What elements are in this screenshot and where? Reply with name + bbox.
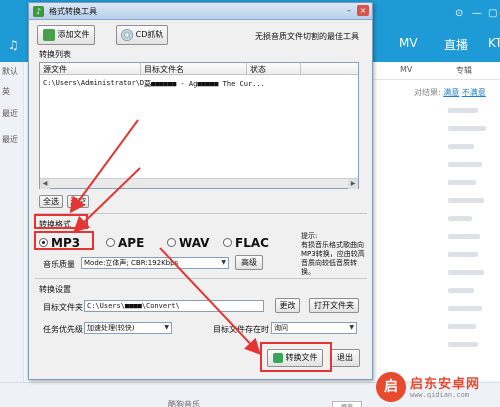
format-option-ape[interactable]: APE xyxy=(106,236,144,250)
scroll-right-icon[interactable]: ▶ xyxy=(348,179,358,189)
add-file-button[interactable]: 添加文件 xyxy=(37,25,95,45)
minimize-icon[interactable]: — xyxy=(472,8,482,19)
watermark-logo-icon: 启 xyxy=(376,372,406,402)
watermark-url: www.qidian.com xyxy=(410,391,470,399)
quality-value: Mode:立体声; CBR:192Kbps xyxy=(84,259,179,267)
target-folder-label: 目标文件夹 xyxy=(43,303,83,312)
format-converter-window: ♪ 格式转换工具 – × 添加文件 CD抓轨 无损音质文件切割的最佳工具 转换列… xyxy=(28,2,373,380)
exit-button[interactable]: 退出 xyxy=(330,349,360,367)
format-ape-label: APE xyxy=(118,236,145,250)
window-titlebar[interactable]: ♪ 格式转换工具 – × xyxy=(29,3,372,20)
hint-text: 有损音乐格式歌曲向MP3转换，应由较高音质向较低音质转换。 xyxy=(301,241,365,276)
bottom-select[interactable]: 原声 xyxy=(332,401,362,407)
subnav-tab-mv[interactable]: MV xyxy=(400,65,412,74)
priority-select[interactable]: 加速处理(较快) ▼ xyxy=(84,322,172,334)
highlight-mp3-option xyxy=(34,231,94,250)
watermark-logo: 启 启东安卓网 www.qidian.com xyxy=(376,370,500,406)
exists-value: 询问 xyxy=(274,324,288,332)
window-close-icon[interactable]: × xyxy=(357,5,369,16)
nav-tab-live[interactable]: 直播 xyxy=(444,36,468,53)
file-list-label: 转换列表 xyxy=(39,50,71,59)
app-icon: ♪ xyxy=(33,6,44,17)
col-target[interactable]: 目标文件名 xyxy=(144,64,184,75)
target-folder-input[interactable]: C:\Users\■■■■\Convert\ xyxy=(84,300,264,312)
table-row[interactable]: C:\Users\Administrator\D... 莫■■■■■■ - Ag… xyxy=(42,78,356,89)
format-flac-label: FLAC xyxy=(235,236,269,250)
col-status[interactable]: 状态 xyxy=(250,64,266,75)
result-feedback: 对结果: 满意 不满意 xyxy=(414,87,486,98)
select-all-button[interactable]: 全选 xyxy=(39,195,63,208)
chevron-down-icon: ▼ xyxy=(164,324,169,331)
slogan-text: 无损音质文件切割的最佳工具 xyxy=(255,32,359,41)
result-feedback-label: 对结果: xyxy=(414,88,441,97)
priority-value: 加速处理(较快) xyxy=(87,324,135,332)
highlight-convert-button xyxy=(260,342,332,372)
scroll-left-icon[interactable]: ◀ xyxy=(40,179,50,189)
music-app-result-list xyxy=(370,80,500,380)
format-option-flac[interactable]: FLAC xyxy=(223,236,269,250)
highlight-format-label xyxy=(34,214,88,229)
cd-icon xyxy=(120,28,133,41)
window-minimize-icon[interactable]: – xyxy=(343,5,355,16)
exists-select[interactable]: 询问 ▼ xyxy=(271,322,357,334)
sidebar-item-recent-2[interactable]: 最近 xyxy=(2,134,18,145)
priority-label: 任务优先级 xyxy=(43,325,83,334)
chevron-down-icon: ▼ xyxy=(221,259,226,266)
feedback-unsatisfied-link[interactable]: 不满意 xyxy=(462,88,486,97)
advanced-button[interactable]: 高级 xyxy=(235,255,263,270)
music-note-icon: ♫ xyxy=(8,38,19,52)
radio-icon xyxy=(167,238,176,247)
watermark-brand: 启东安卓网 xyxy=(410,377,481,392)
quality-select[interactable]: Mode:立体声; CBR:192Kbps ▼ xyxy=(81,257,229,269)
window-title: 格式转换工具 xyxy=(49,7,97,16)
feedback-satisfied-link[interactable]: 满意 xyxy=(443,88,459,97)
exists-label: 目标文件存在时 xyxy=(213,325,269,334)
sidebar-item-default[interactable]: 默认 xyxy=(2,66,18,77)
sidebar-item-recent[interactable]: 最近 xyxy=(2,108,18,119)
music-app-sidebar: 默认 英 最近 最近 xyxy=(0,62,24,382)
hint-title: 提示: xyxy=(301,232,318,240)
nav-tab-ktv[interactable]: KT xyxy=(488,36,500,50)
cd-grab-label: CD抓轨 xyxy=(135,30,164,39)
quality-label: 音乐质量 xyxy=(43,260,75,269)
settings-label: 转换设置 xyxy=(39,285,71,294)
col-source[interactable]: 源文件 xyxy=(43,64,67,75)
file-list-header: 源文件 目标文件名 状态 xyxy=(40,63,358,75)
change-folder-button[interactable]: 更改 xyxy=(275,298,300,313)
add-file-icon xyxy=(42,28,55,41)
subnav-tab-album[interactable]: 专辑 xyxy=(456,65,472,76)
music-app-subnav: MV 专辑 xyxy=(370,62,500,80)
radio-icon xyxy=(223,238,232,247)
cd-grab-button[interactable]: CD抓轨 xyxy=(116,25,168,45)
add-file-label: 添加文件 xyxy=(57,30,90,39)
horizontal-scrollbar[interactable]: ◀ ▶ xyxy=(40,178,358,189)
radio-icon xyxy=(106,238,115,247)
nav-tab-mv[interactable]: MV xyxy=(399,36,418,50)
row-source: C:\Users\Administrator\D... xyxy=(43,79,157,87)
maximize-icon[interactable]: ▢ xyxy=(488,8,497,19)
chevron-down-icon: ▼ xyxy=(349,324,354,331)
sidebar-tab[interactable]: 英 xyxy=(2,86,10,97)
now-playing-text: 酷狗音乐 xyxy=(168,400,200,407)
format-hint: 提示: 有损音乐格式歌曲向MP3转换，应由较高音质向较低音质转换。 xyxy=(301,232,365,277)
play-circle-icon[interactable]: ⊙ xyxy=(455,8,463,19)
open-folder-button[interactable]: 打开文件夹 xyxy=(309,298,359,313)
format-option-wav[interactable]: WAV xyxy=(167,236,209,250)
row-target: 莫■■■■■■ - Ag■■■■■ The Cur... xyxy=(144,80,265,88)
file-list[interactable]: 源文件 目标文件名 状态 C:\Users\Administrator\D...… xyxy=(39,62,359,189)
clear-button[interactable]: 清空 xyxy=(67,195,89,208)
format-wav-label: WAV xyxy=(179,236,210,250)
